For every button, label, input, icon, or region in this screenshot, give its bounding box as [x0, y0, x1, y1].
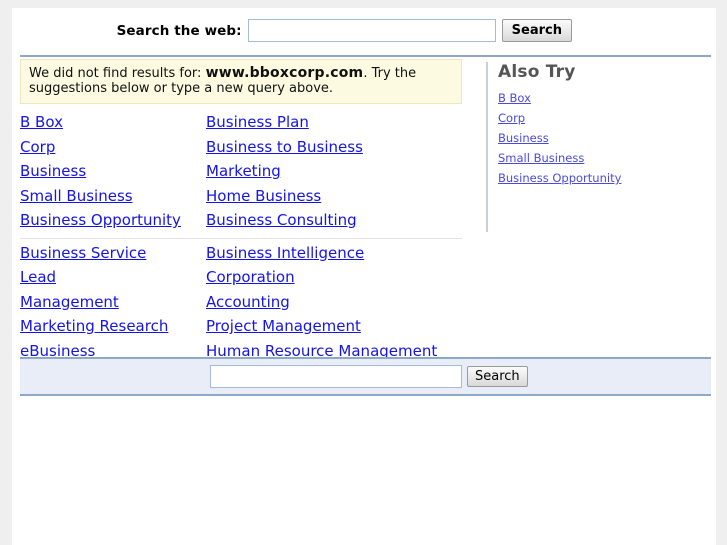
suggestion-link[interactable]: B Box — [20, 111, 63, 135]
suggestion-link[interactable]: Business Intelligence — [206, 242, 364, 266]
also-try-link[interactable]: Business Opportunity — [498, 168, 711, 188]
suggestion-link[interactable]: Project Management — [206, 315, 361, 339]
list-item: B Box — [20, 111, 206, 136]
suggestions-column: We did not find results for: www.bboxcor… — [20, 59, 462, 364]
suggestion-link[interactable]: Business Plan — [206, 111, 309, 135]
list-item: Business Plan — [206, 111, 462, 136]
list-item: Business — [20, 160, 206, 185]
suggestion-link[interactable]: Management — [20, 291, 119, 315]
suggestion-link[interactable]: Marketing Research — [20, 315, 168, 339]
list-item: Project Management — [206, 315, 462, 340]
suggestion-link[interactable]: Business Service — [20, 242, 146, 266]
suggestion-link[interactable]: Business Consulting — [206, 209, 357, 233]
list-item: Marketing Research — [20, 315, 206, 340]
page-sheet: Search the web: Search We did not find r… — [12, 8, 716, 545]
list-item: Marketing — [206, 160, 462, 185]
suggestion-group-divider — [20, 237, 462, 239]
also-try-link[interactable]: Corp — [498, 108, 711, 128]
top-search-bar: Search the web: Search — [12, 8, 716, 56]
suggestion-link[interactable]: Marketing — [206, 160, 281, 184]
no-results-notice: We did not find results for: www.bboxcor… — [20, 59, 462, 104]
also-try-link[interactable]: B Box — [498, 88, 711, 108]
list-item: Corporation — [206, 266, 462, 291]
suggestion-link[interactable]: Business — [20, 160, 86, 184]
search-the-web-label: Search the web: — [116, 22, 242, 39]
suggestion-grid-group-2: Business Service Business Intelligence L… — [20, 242, 462, 365]
suggestion-link[interactable]: Home Business — [206, 185, 321, 209]
suggestion-link[interactable]: Accounting — [206, 291, 290, 315]
top-search-input[interactable] — [247, 19, 496, 42]
list-item: Corp — [20, 136, 206, 161]
list-item: Home Business — [206, 185, 462, 210]
also-try-panel: Also Try B Box Corp Business Small Busin… — [486, 62, 711, 232]
list-item: Management — [20, 291, 206, 316]
suggestion-link[interactable]: Corporation — [206, 266, 295, 290]
bottom-search-button[interactable]: Search — [467, 366, 528, 387]
list-item: Accounting — [206, 291, 462, 316]
also-try-link[interactable]: Business — [498, 128, 711, 148]
list-item: Business Service — [20, 242, 206, 267]
suggestion-link[interactable]: Small Business — [20, 185, 133, 209]
suggestion-link[interactable]: Business Opportunity — [20, 209, 181, 233]
notice-prefix: We did not find results for: — [29, 66, 206, 81]
top-search-form: Search the web: Search — [12, 19, 572, 42]
list-item: Business Opportunity — [20, 209, 206, 234]
suggestion-grid-group-1: B Box Business Plan Corp Business to Bus… — [20, 111, 462, 234]
bottom-search-input[interactable] — [210, 365, 462, 388]
list-item: Small Business — [20, 185, 206, 210]
list-item: Business Intelligence — [206, 242, 462, 267]
suggestion-link[interactable]: Corp — [20, 136, 55, 160]
list-item: Lead — [20, 266, 206, 291]
also-try-heading: Also Try — [498, 62, 576, 82]
bottom-search-bar: Search — [20, 357, 711, 396]
suggestion-link[interactable]: Business to Business — [206, 136, 363, 160]
notice-query: www.bboxcorp.com — [205, 65, 364, 81]
top-divider — [20, 55, 711, 57]
suggestion-link[interactable]: Lead — [20, 266, 56, 290]
list-item: Business Consulting — [206, 209, 462, 234]
also-try-link[interactable]: Small Business — [498, 148, 711, 168]
top-search-button[interactable]: Search — [501, 19, 572, 42]
list-item: Business to Business — [206, 136, 462, 161]
